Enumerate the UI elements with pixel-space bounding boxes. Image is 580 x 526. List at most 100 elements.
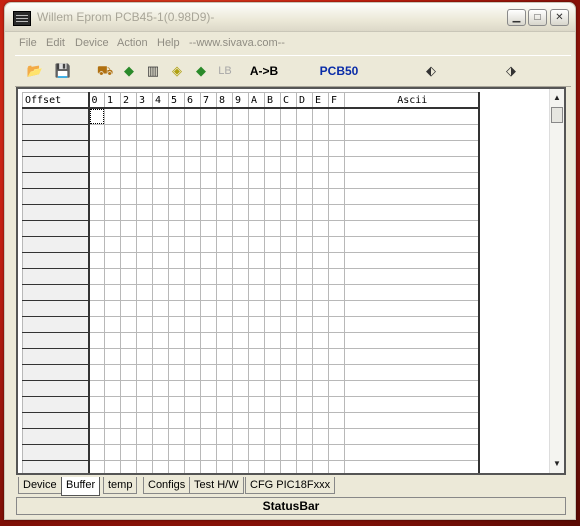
- hex-cell[interactable]: [248, 172, 265, 189]
- hex-cell[interactable]: [264, 396, 281, 413]
- hex-cell[interactable]: [328, 332, 345, 349]
- tab-temp[interactable]: temp: [103, 477, 138, 494]
- hex-cell[interactable]: [136, 236, 153, 253]
- hex-cell[interactable]: [200, 332, 217, 349]
- hex-cell[interactable]: [280, 188, 297, 205]
- hex-cell[interactable]: [168, 316, 185, 333]
- hex-cell[interactable]: [328, 188, 345, 205]
- pcb50-button[interactable]: PCB50: [317, 61, 361, 81]
- verify-chip-icon[interactable]: ◈: [167, 61, 187, 81]
- hex-cell[interactable]: [280, 252, 297, 269]
- hex-cell[interactable]: [200, 204, 217, 221]
- hex-cell[interactable]: [312, 380, 329, 397]
- hex-cell[interactable]: [232, 316, 249, 333]
- ascii-cell[interactable]: [344, 236, 480, 253]
- hex-cell[interactable]: [216, 284, 233, 301]
- open-folder-icon[interactable]: 📂: [25, 61, 45, 81]
- hex-cell[interactable]: [280, 172, 297, 189]
- hex-cell[interactable]: [168, 348, 185, 365]
- hex-cell[interactable]: [264, 220, 281, 237]
- hex-cell[interactable]: [312, 460, 329, 473]
- hex-cell[interactable]: [232, 380, 249, 397]
- hex-cell[interactable]: [232, 284, 249, 301]
- hex-cell[interactable]: [104, 220, 121, 237]
- hex-cell[interactable]: [248, 460, 265, 473]
- hex-cell[interactable]: [200, 107, 217, 125]
- hex-cell[interactable]: [104, 380, 121, 397]
- hex-cell[interactable]: [184, 364, 201, 381]
- hex-cell[interactable]: [296, 428, 313, 445]
- hex-cell[interactable]: [296, 107, 313, 125]
- hex-cell[interactable]: [296, 300, 313, 317]
- hex-cell[interactable]: [280, 444, 297, 461]
- hex-cell[interactable]: [216, 188, 233, 205]
- hex-cell[interactable]: [232, 300, 249, 317]
- hex-cell[interactable]: [136, 204, 153, 221]
- hex-cell[interactable]: [328, 396, 345, 413]
- hex-cell[interactable]: [136, 364, 153, 381]
- hex-cell[interactable]: [88, 396, 105, 413]
- hex-cell[interactable]: [152, 300, 169, 317]
- hex-cell[interactable]: [184, 412, 201, 429]
- hex-cell[interactable]: [216, 380, 233, 397]
- hex-cell[interactable]: [200, 444, 217, 461]
- hex-cell[interactable]: [328, 380, 345, 397]
- hex-cell[interactable]: [312, 172, 329, 189]
- ascii-cell[interactable]: [344, 268, 480, 285]
- hex-cell[interactable]: [104, 460, 121, 473]
- hex-cell[interactable]: [184, 300, 201, 317]
- hex-cell[interactable]: [264, 140, 281, 157]
- hex-cell[interactable]: [168, 252, 185, 269]
- hex-cell[interactable]: [104, 428, 121, 445]
- hex-cell[interactable]: [248, 220, 265, 237]
- hex-cell[interactable]: [248, 156, 265, 173]
- hex-cell[interactable]: [312, 396, 329, 413]
- ascii-cell[interactable]: [344, 156, 480, 173]
- hex-cell[interactable]: [216, 140, 233, 157]
- hex-cell[interactable]: [232, 236, 249, 253]
- hex-cell[interactable]: [328, 220, 345, 237]
- ascii-cell[interactable]: [344, 380, 480, 397]
- menu-file[interactable]: File: [19, 37, 37, 49]
- hex-cell[interactable]: [152, 236, 169, 253]
- hex-cell[interactable]: [184, 156, 201, 173]
- scroll-down-icon[interactable]: ▼: [550, 457, 564, 471]
- hex-table[interactable]: Offset 0 1 2 3 4 5 6 7 8 9 A B C D E F A…: [22, 92, 480, 473]
- hex-cell[interactable]: [248, 428, 265, 445]
- hex-cell[interactable]: [312, 140, 329, 157]
- hex-cell[interactable]: [264, 300, 281, 317]
- hex-cell[interactable]: [168, 396, 185, 413]
- hex-cell[interactable]: [152, 188, 169, 205]
- hex-cell[interactable]: [216, 348, 233, 365]
- scroll-up-icon[interactable]: ▲: [550, 91, 564, 105]
- hex-cell[interactable]: [152, 156, 169, 173]
- hex-cell[interactable]: [248, 124, 265, 141]
- hex-cell[interactable]: [232, 172, 249, 189]
- hex-cell[interactable]: [200, 220, 217, 237]
- hex-cell[interactable]: [296, 284, 313, 301]
- hex-cell[interactable]: [88, 316, 105, 333]
- hex-cell[interactable]: [120, 348, 137, 365]
- hex-cell[interactable]: [280, 300, 297, 317]
- hex-cell[interactable]: [280, 236, 297, 253]
- hex-cell[interactable]: [296, 156, 313, 173]
- hex-cell[interactable]: [280, 412, 297, 429]
- hex-cell[interactable]: [296, 460, 313, 473]
- hex-cell[interactable]: [136, 300, 153, 317]
- menu-action[interactable]: Action: [117, 37, 148, 49]
- ascii-cell[interactable]: [344, 172, 480, 189]
- hex-cell[interactable]: [312, 204, 329, 221]
- hex-cell[interactable]: [88, 444, 105, 461]
- hex-cell[interactable]: [136, 140, 153, 157]
- hex-cell[interactable]: [184, 188, 201, 205]
- hex-cell[interactable]: [104, 444, 121, 461]
- menu-device[interactable]: Device: [75, 37, 109, 49]
- hex-cell[interactable]: [296, 364, 313, 381]
- hex-cell[interactable]: [248, 284, 265, 301]
- hex-cell[interactable]: [296, 252, 313, 269]
- hex-cell[interactable]: [216, 252, 233, 269]
- hex-cell[interactable]: [88, 300, 105, 317]
- hex-cell[interactable]: [152, 220, 169, 237]
- hex-cell[interactable]: [104, 140, 121, 157]
- hex-cell[interactable]: [328, 140, 345, 157]
